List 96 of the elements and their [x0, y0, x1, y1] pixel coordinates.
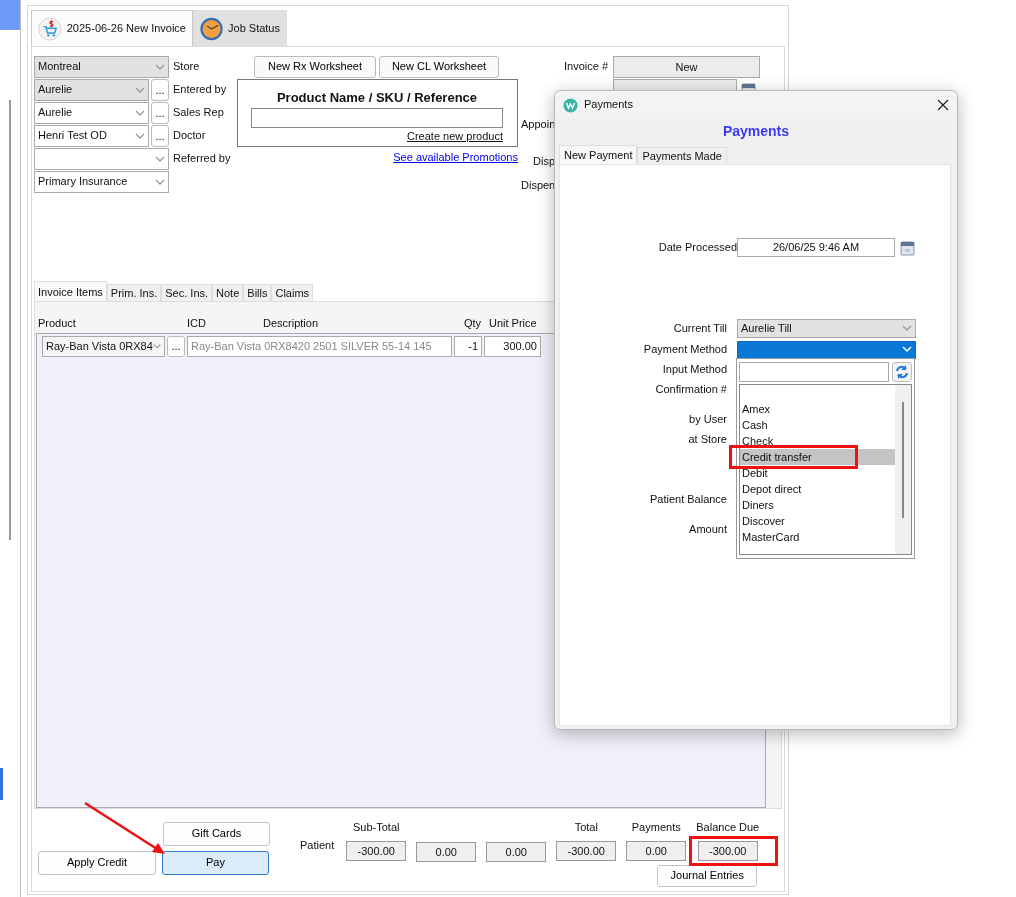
- scrollbar-thumb[interactable]: [902, 401, 904, 518]
- list-option[interactable]: Diners: [740, 496, 895, 513]
- list-option[interactable]: Depot direct: [740, 480, 895, 497]
- close-icon[interactable]: [937, 99, 949, 111]
- chevron-icon: [155, 63, 165, 71]
- field-label: Referred by: [173, 151, 232, 167]
- more-button[interactable]: ...: [167, 336, 185, 357]
- more-button[interactable]: ...: [151, 102, 169, 124]
- field-label: Amount: [688, 523, 727, 537]
- list-option[interactable]: Check: [740, 432, 895, 449]
- column-header: Payments: [631, 821, 681, 835]
- chevron-icon: [155, 178, 165, 186]
- chevron-icon: [135, 86, 145, 94]
- column-header: Sub-Total: [353, 821, 400, 835]
- chevron-icon: [135, 132, 145, 140]
- list-option[interactable]: Credit transfer: [740, 448, 895, 465]
- dialog-heading: Payments: [721, 123, 791, 140]
- column-header: Balance Due: [696, 821, 760, 835]
- tab[interactable]: Invoice Items: [34, 281, 107, 301]
- chevron-icon: [155, 155, 165, 163]
- field-label: Store: [173, 59, 201, 75]
- calendar-icon[interactable]: [900, 239, 915, 256]
- tab[interactable]: Job Status: [193, 10, 287, 46]
- field-label: Doctor: [173, 128, 207, 144]
- field-label: Payment Method: [642, 343, 727, 357]
- panel-header: [0, 0, 20, 30]
- tab[interactable]: Claims: [271, 284, 314, 301]
- worksheet-button[interactable]: New CL Worksheet: [379, 56, 499, 78]
- total-field: 0.00: [626, 841, 687, 862]
- tab[interactable]: Prim. Ins.: [106, 284, 162, 301]
- column-header: Total: [574, 821, 598, 835]
- field-label: Current Till: [672, 322, 727, 336]
- field-label: Sales Rep: [173, 105, 225, 121]
- payment-method-dropdown[interactable]: [737, 340, 916, 359]
- total-field: 0.00: [486, 842, 547, 862]
- chevron-icon: [135, 109, 145, 117]
- chevron-icon: [902, 346, 912, 354]
- column-header: Unit Price: [489, 316, 538, 330]
- field-label: Confirmation #: [654, 383, 727, 397]
- search-title: Product Name / SKU / Reference: [275, 90, 479, 106]
- list-option[interactable]: Debit: [740, 464, 895, 481]
- journal-entries-button[interactable]: Journal Entries: [657, 865, 758, 887]
- create-product-link[interactable]: Create new product: [407, 129, 503, 143]
- tab[interactable]: Bills: [243, 284, 272, 301]
- column-header: Product: [37, 316, 77, 330]
- chevron-icon: [152, 343, 161, 350]
- selection-marker: [0, 768, 3, 800]
- field-label: Dispen: [521, 178, 557, 193]
- worksheet-button[interactable]: New Rx Worksheet: [254, 56, 376, 78]
- field-label: by User: [688, 413, 727, 427]
- invoice-field[interactable]: New: [613, 56, 760, 78]
- total-field: 0.00: [416, 842, 477, 862]
- list-option[interactable]: Cash: [740, 416, 895, 433]
- till-dropdown[interactable]: Aurelie Till: [737, 319, 916, 339]
- window-title: Payments: [584, 98, 634, 112]
- promotions-link[interactable]: See available Promotions: [393, 151, 518, 165]
- total-field: -300.00: [556, 841, 617, 862]
- filter-field[interactable]: [739, 361, 889, 382]
- dropdown[interactable]: Aurelie: [34, 102, 149, 124]
- table-cell: Ray-Ban Vista 0RX8420 2501 SILVER 55-14 145: [187, 336, 452, 357]
- date-field[interactable]: 26/06/25 9:46 AM: [737, 238, 895, 258]
- more-button[interactable]: ...: [151, 125, 169, 147]
- field-label: at Store: [687, 433, 727, 447]
- action-button[interactable]: Apply Credit: [38, 851, 156, 875]
- product-dropdown[interactable]: Ray-Ban Vista 0RX84: [42, 336, 165, 357]
- total-field: -300.00: [346, 841, 407, 862]
- dropdown[interactable]: Henri Test OD: [34, 125, 149, 147]
- table-cell: 300.00: [484, 336, 541, 357]
- tab[interactable]: 2025-06-26 New Invoice: [31, 10, 193, 46]
- app-logo-icon: [563, 97, 578, 113]
- table-cell: -1: [454, 336, 482, 357]
- field-label: Input Method: [661, 363, 727, 377]
- column-header: Qty: [462, 316, 483, 330]
- action-button[interactable]: Pay: [162, 851, 269, 875]
- field-label: Date Processed: [657, 241, 737, 255]
- product-search-field[interactable]: [251, 107, 503, 128]
- field-label: Disp: [533, 154, 556, 169]
- list-option[interactable]: Amex: [740, 400, 895, 417]
- refresh-icon[interactable]: [892, 361, 912, 382]
- list-option[interactable]: MasterCard: [740, 528, 895, 545]
- column-header: Description: [263, 316, 320, 330]
- tab[interactable]: Sec. Ins.: [161, 284, 213, 301]
- row-label: Patient: [300, 839, 335, 853]
- field-label: Patient Balance: [648, 493, 727, 507]
- column-header: ICD: [187, 316, 207, 330]
- tab[interactable]: Note: [212, 284, 244, 301]
- action-button[interactable]: Gift Cards: [163, 822, 270, 846]
- list-option[interactable]: Discover: [740, 512, 895, 529]
- tab[interactable]: Payments Made: [637, 146, 727, 164]
- total-field: -300.00: [697, 841, 758, 862]
- dropdown[interactable]: [34, 148, 169, 170]
- dropdown[interactable]: Primary Insurance: [34, 171, 169, 193]
- field-label: Invoice #: [562, 60, 609, 74]
- tab[interactable]: New Payment: [559, 144, 638, 164]
- field-label: Entered by: [173, 82, 228, 98]
- chevron-icon: [902, 325, 912, 333]
